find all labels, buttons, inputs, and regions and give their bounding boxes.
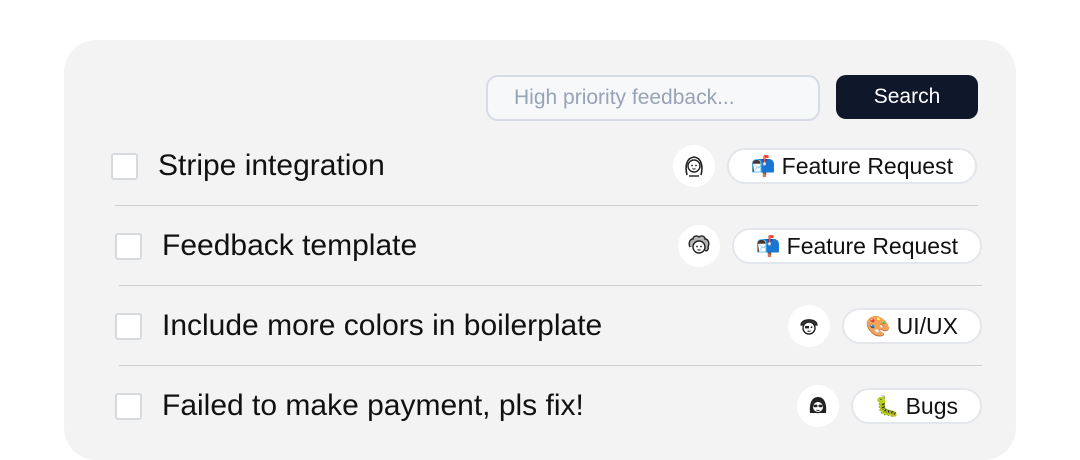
tag-label: Feature Request <box>781 152 953 179</box>
search-bar: Search <box>486 75 978 121</box>
item-title: Stripe integration <box>158 149 385 182</box>
item-title: Failed to make payment, pls fix! <box>162 389 584 422</box>
row-divider <box>119 365 982 366</box>
mailbox-icon: 📬 <box>755 235 781 258</box>
item-checkbox[interactable] <box>115 232 142 260</box>
category-tag: 📬 Feature Request <box>731 228 982 264</box>
list-item: Failed to make payment, pls fix! 🐛 Bugs <box>115 367 982 445</box>
list-item: Include more colors in boilerplate 🎨 UI/… <box>115 287 982 365</box>
tag-label: Bugs <box>905 392 958 419</box>
mailbox-icon: 📬 <box>750 155 776 178</box>
search-input[interactable] <box>486 75 820 121</box>
category-tag: 🐛 Bugs <box>850 388 982 424</box>
row-divider <box>115 205 978 206</box>
sketch-avatar-sunglasses-icon <box>796 385 839 427</box>
item-checkbox[interactable] <box>115 312 142 340</box>
item-checkbox[interactable] <box>115 392 142 420</box>
list-item: Stripe integration 📬 Feature Request <box>111 127 977 205</box>
category-tag: 📬 Feature Request <box>726 148 977 184</box>
sketch-avatar-long-hair-icon <box>672 145 715 187</box>
row-divider <box>119 285 982 286</box>
category-tag: 🎨 UI/UX <box>841 308 982 344</box>
list-item: Feedback template 📬 Feature Request <box>115 207 982 285</box>
palette-icon: 🎨 <box>865 315 891 338</box>
sketch-avatar-beanie-icon <box>787 305 830 347</box>
search-button[interactable]: Search <box>836 75 978 119</box>
tag-label: UI/UX <box>896 312 958 339</box>
item-title: Feedback template <box>162 229 418 262</box>
tag-label: Feature Request <box>786 232 958 259</box>
bug-icon: 🐛 <box>874 395 900 418</box>
sketch-avatar-curly-hair-icon <box>677 225 720 267</box>
item-checkbox[interactable] <box>111 152 138 180</box>
item-title: Include more colors in boilerplate <box>162 309 603 342</box>
